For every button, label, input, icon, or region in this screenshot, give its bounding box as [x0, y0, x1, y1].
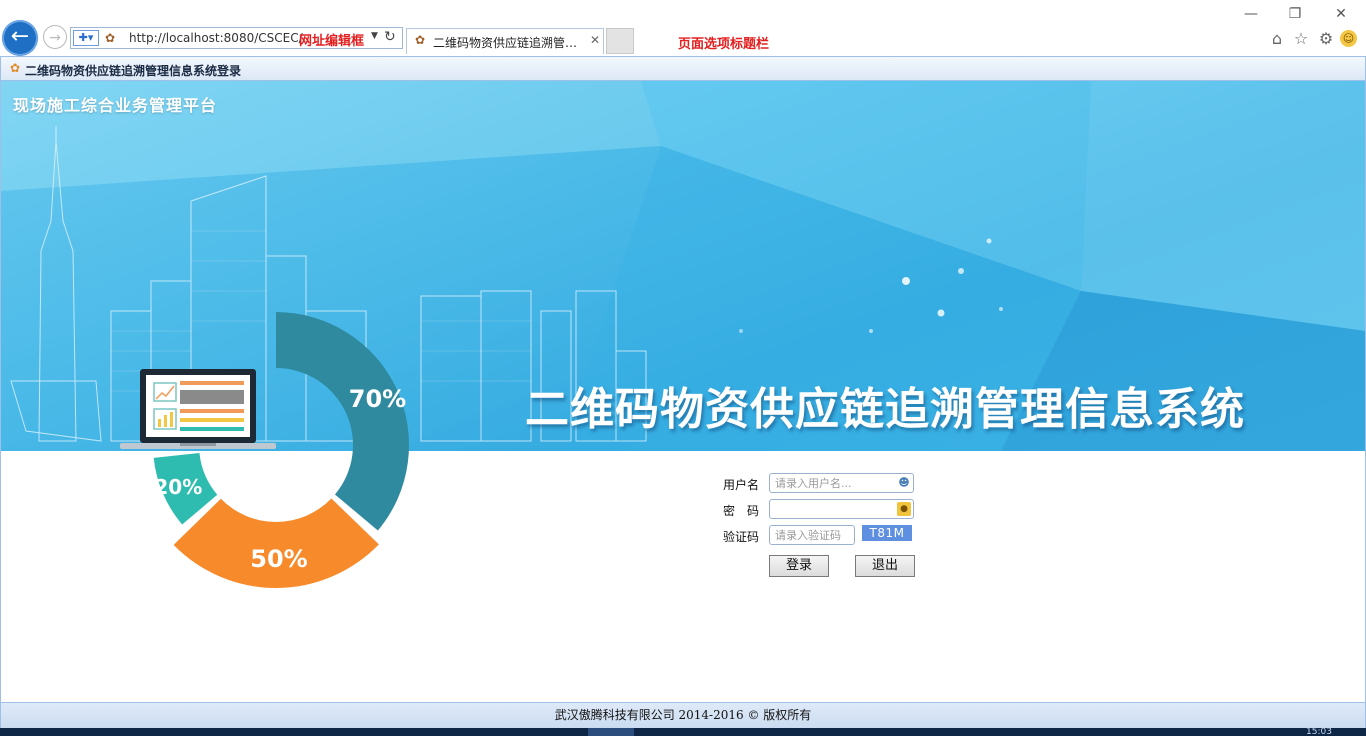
close-window-icon[interactable]: ✕ [1328, 4, 1354, 24]
taskbar-active-app[interactable] [588, 728, 634, 736]
url-text[interactable]: http://localhost:8080/CSCEC/ [129, 31, 303, 45]
arrow-right-icon: → [49, 30, 61, 46]
exit-button[interactable]: 退出 [855, 555, 915, 577]
tab-annotation: 页面选项标题栏 [678, 37, 770, 52]
browser-chrome: — ❐ ✕ ← → ✚▾ ✿ http://localhost:8080/CSC… [0, 0, 1366, 56]
page-title: 二维码物资供应链追溯管理信息系统登录 [25, 64, 242, 78]
username-label: 用户名 [723, 478, 760, 492]
lock-icon: ● [897, 502, 911, 516]
arrow-left-icon: ← [10, 24, 30, 49]
donut-label-70: 70% [349, 385, 406, 413]
tab-login-page[interactable]: ✿ 二维码物资供应链追溯管理... ✕ [406, 28, 604, 54]
smiley-icon[interactable]: ☺ [1340, 30, 1357, 47]
tab-favicon-icon: ✿ [415, 33, 426, 47]
donut-label-20: 20% [154, 475, 202, 499]
footer: 武汉傲腾科技有限公司 2014-2016 © 版权所有 [1, 702, 1365, 728]
close-tab-icon[interactable]: ✕ [590, 33, 600, 47]
star-icon[interactable]: ☆ [1290, 28, 1312, 50]
login-button[interactable]: 登录 [769, 555, 829, 577]
user-icon: ☻ [898, 476, 910, 489]
gear-icon[interactable]: ⚙ [1315, 28, 1337, 50]
title-favicon-icon: ✿ [10, 61, 21, 75]
donut-segment-50 [173, 498, 379, 588]
chevron-down-icon[interactable]: ▼ [371, 31, 378, 41]
home-icon[interactable]: ⌂ [1266, 28, 1288, 50]
password-input[interactable] [769, 499, 914, 519]
captcha-input[interactable] [769, 525, 855, 545]
donut-label-50: 50% [250, 545, 307, 573]
refresh-icon[interactable]: ↻ [384, 29, 396, 45]
page-title-bar: ✿ 二维码物资供应链追溯管理信息系统登录 [0, 56, 1366, 81]
platform-title: 现场施工综合业务管理平台 [13, 96, 218, 115]
captcha-image[interactable]: T81M [862, 525, 912, 541]
password-label: 密 码 [723, 504, 760, 518]
site-favicon-icon: ✿ [105, 31, 116, 45]
new-tab-button[interactable] [606, 28, 634, 54]
address-bar[interactable]: ✚▾ ✿ http://localhost:8080/CSCEC/ 网址编辑框 … [70, 27, 403, 49]
donut-segment-70 [276, 312, 409, 531]
minimize-icon[interactable]: — [1238, 4, 1264, 24]
tab-title: 二维码物资供应链追溯管理... [433, 36, 585, 50]
shield-icon[interactable]: ✚▾ [73, 30, 99, 46]
username-input[interactable] [769, 473, 914, 493]
back-button[interactable]: ← [2, 20, 38, 56]
system-title: 二维码物资供应链追溯管理信息系统 [525, 384, 1245, 435]
laptop-illustration [120, 369, 276, 449]
restore-icon[interactable]: ❐ [1282, 4, 1308, 24]
captcha-label: 验证码 [723, 530, 760, 544]
copyright-text: 武汉傲腾科技有限公司 2014-2016 © 版权所有 [554, 708, 812, 722]
forward-button[interactable]: → [43, 25, 67, 49]
taskbar [0, 728, 1366, 736]
url-annotation: 网址编辑框 [299, 34, 365, 49]
